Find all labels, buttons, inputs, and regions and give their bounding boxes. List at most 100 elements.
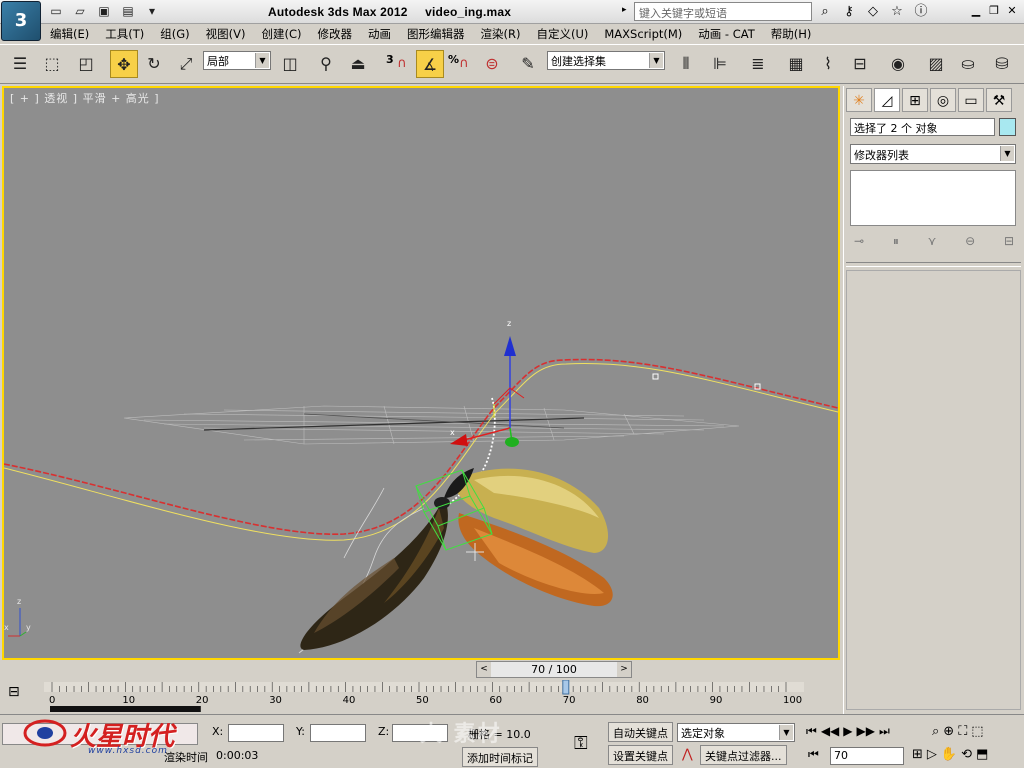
object-name-field[interactable]: 选择了 2 个 对象 xyxy=(850,118,995,136)
tab-modify-icon[interactable]: ◿ xyxy=(874,88,900,112)
manipulate-icon[interactable]: ⚲ xyxy=(312,50,340,78)
app-logo-button[interactable]: 3 xyxy=(1,1,41,41)
select-object-icon[interactable]: ⬚ xyxy=(38,50,66,78)
time-slider-prev-button[interactable]: < xyxy=(477,662,491,677)
remove-modifier-icon[interactable]: ⊖ xyxy=(965,234,975,249)
search-expand-icon[interactable]: ▸ xyxy=(622,5,627,15)
select-scale-icon[interactable]: ⤢ xyxy=(172,50,200,78)
perspective-viewport[interactable]: z x z x y [ + ] 透视 ] 平滑 + 高光 ] xyxy=(2,86,840,660)
menu-rendering[interactable]: 渲染(R) xyxy=(473,26,529,42)
select-region-icon[interactable]: ◰ xyxy=(72,50,100,78)
menu-customize[interactable]: 自定义(U) xyxy=(528,26,596,42)
search-input[interactable]: 键入关键字或短语 xyxy=(634,2,812,21)
menu-group[interactable]: 组(G) xyxy=(152,26,197,42)
pivot-center-icon[interactable]: ◫ xyxy=(276,50,304,78)
rendered-frame-icon[interactable]: ⛀ xyxy=(954,50,982,78)
previous-frame-icon[interactable]: ◀◀ xyxy=(821,724,839,739)
time-slider-next-button[interactable]: > xyxy=(617,662,631,677)
object-color-swatch[interactable] xyxy=(999,118,1016,136)
star-icon[interactable]: ☆ xyxy=(888,3,906,21)
render-production-icon[interactable]: ⛁ xyxy=(988,50,1016,78)
zoom-extents-all-icon[interactable]: ⬚ xyxy=(971,724,983,739)
restore-icon[interactable]: ❐ xyxy=(986,3,1002,19)
key-filters-button[interactable]: 关键点过滤器... xyxy=(700,745,787,765)
tab-motion-icon[interactable]: ◎ xyxy=(930,88,956,112)
ruler-strip[interactable] xyxy=(44,682,804,692)
reference-coordinate-dropdown[interactable]: 局部 ▼ xyxy=(203,51,271,70)
x-coordinate-field[interactable] xyxy=(228,724,284,742)
menu-edit[interactable]: 编辑(E) xyxy=(42,26,97,42)
viewport-label-menu[interactable]: [ + ] 透视 ] 平滑 + 高光 ] xyxy=(10,90,160,106)
select-rotate-icon[interactable]: ↻ xyxy=(140,50,168,78)
menu-tools[interactable]: 工具(T) xyxy=(97,26,152,42)
open-folder-icon[interactable]: ▱ xyxy=(72,3,88,19)
key-selection-dropdown[interactable]: 选定对象 ▼ xyxy=(677,723,795,742)
menu-views[interactable]: 视图(V) xyxy=(198,26,254,42)
tab-hierarchy-icon[interactable]: ⊞ xyxy=(902,88,928,112)
curve-editor-mini-icon[interactable]: ⊟ xyxy=(8,684,20,700)
field-of-view-icon[interactable]: ▷ xyxy=(927,747,937,762)
set-key-icon[interactable]: ⚿ xyxy=(574,733,588,754)
add-time-tag-button[interactable]: 添加时间标记 xyxy=(462,747,538,767)
percent-snap-icon[interactable]: ∩ xyxy=(450,50,478,78)
configure-sets-icon[interactable]: ⊟ xyxy=(1004,234,1014,249)
render-setup-icon[interactable]: ▨ xyxy=(922,50,950,78)
menu-help[interactable]: 帮助(H) xyxy=(763,26,820,42)
maximize-viewport-icon[interactable]: ⬒ xyxy=(976,747,988,762)
range-bar[interactable] xyxy=(50,706,201,712)
select-move-icon[interactable]: ✥ xyxy=(110,50,138,78)
material-editor-icon[interactable]: ◉ xyxy=(884,50,912,78)
zoom-extents-icon[interactable]: ⛶ xyxy=(958,724,967,739)
y-coordinate-field[interactable] xyxy=(310,724,366,742)
make-unique-icon[interactable]: ⋎ xyxy=(928,234,937,249)
graphite-ribbon-icon[interactable]: ▦ xyxy=(782,50,810,78)
binoculars-icon[interactable]: ⌕ xyxy=(816,3,834,21)
snap-toggle-icon[interactable]: ∩ xyxy=(388,50,416,78)
menu-maxscript[interactable]: MAXScript(M) xyxy=(596,27,690,41)
play-icon[interactable]: ▶ xyxy=(843,724,852,739)
dropdown-arrow-icon[interactable]: ▾ xyxy=(144,3,160,19)
tab-display-icon[interactable]: ▭ xyxy=(958,88,984,112)
edit-named-selection-icon[interactable]: ✎ xyxy=(514,50,542,78)
key-mode-icon[interactable]: ⏮ xyxy=(808,747,819,762)
current-frame-marker[interactable] xyxy=(562,680,570,695)
key-icon[interactable]: ⚷ xyxy=(840,3,858,21)
select-filter-icon[interactable]: ☰ xyxy=(6,50,34,78)
menu-graph-editors[interactable]: 图形编辑器 xyxy=(399,26,473,42)
set-key-mode-button[interactable]: 设置关键点 xyxy=(608,745,673,765)
time-config-icon[interactable]: ⊞ xyxy=(912,747,923,762)
butterfly-model[interactable] xyxy=(300,468,613,650)
curve-editor-icon[interactable]: ⌇ xyxy=(814,50,842,78)
close-icon[interactable]: ✕ xyxy=(1004,3,1020,19)
menu-modifiers[interactable]: 修改器 xyxy=(310,26,361,42)
mirror-icon[interactable]: ⫴ xyxy=(672,50,700,78)
communication-icon[interactable]: ◇ xyxy=(864,3,882,21)
menu-animation[interactable]: 动画 xyxy=(360,26,399,42)
spinner-snap-icon[interactable]: ⊜ xyxy=(478,50,506,78)
time-slider[interactable]: < 70 / 100 > xyxy=(476,661,632,678)
frame-ruler[interactable]: 0 10 20 30 40 50 60 70 80 90 100 xyxy=(44,680,804,714)
pin-stack-icon[interactable]: ⊸ xyxy=(854,234,864,249)
save-icon[interactable]: ▣ xyxy=(96,3,112,19)
modifier-stack[interactable] xyxy=(850,170,1016,226)
minimize-icon[interactable]: ▁ xyxy=(968,3,984,19)
align-icon[interactable]: ⊫ xyxy=(706,50,734,78)
tab-create-icon[interactable]: ✳ xyxy=(846,88,872,112)
viewport-scene[interactable]: z x z x y xyxy=(4,88,838,658)
default-tangent-icon[interactable]: ⋀ xyxy=(682,747,693,762)
help-icon[interactable]: ⓘ xyxy=(912,3,930,21)
go-to-end-icon[interactable]: ⏭ xyxy=(879,724,890,739)
menu-animation-cat[interactable]: 动画 - CAT xyxy=(690,26,763,42)
modifier-list-dropdown[interactable]: 修改器列表 ▼ xyxy=(850,144,1016,164)
zoom-all-icon[interactable]: ⊕ xyxy=(943,724,954,739)
tab-utilities-icon[interactable]: ⚒ xyxy=(986,88,1012,112)
orbit-icon[interactable]: ⟲ xyxy=(961,747,972,762)
angle-snap-icon[interactable]: ∡ xyxy=(416,50,444,78)
current-frame-field[interactable]: 70 xyxy=(830,747,904,765)
named-selection-set-dropdown[interactable]: 创建选择集 ▼ xyxy=(547,51,665,70)
pan-hand-icon[interactable]: ✋ xyxy=(941,747,957,762)
auto-key-button[interactable]: 自动关键点 xyxy=(608,722,673,742)
keyboard-shortcut-icon[interactable]: ⏏ xyxy=(344,50,372,78)
next-frame-icon[interactable]: ▶▶ xyxy=(857,724,875,739)
show-end-result-icon[interactable]: ⏸ xyxy=(893,234,899,249)
